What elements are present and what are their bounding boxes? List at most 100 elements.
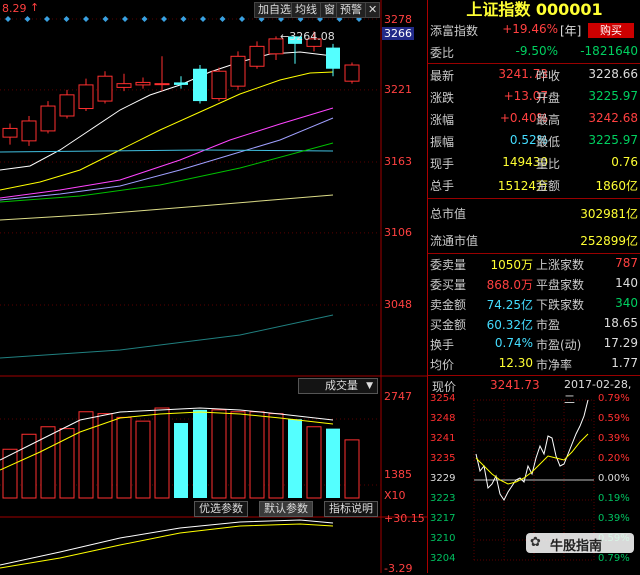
volume-axis-label: 2747 <box>384 390 412 403</box>
stat-value: 3225.97 <box>588 133 638 147</box>
indicator-axis-label: -3.29 <box>384 562 413 575</box>
book-value: 787 <box>615 256 638 270</box>
stat-label: 最低 <box>536 135 561 149</box>
diamond-marker <box>5 16 11 22</box>
close-icon[interactable]: ✕ <box>365 2 381 18</box>
stat-row: 最新 3241.73 昨收 3228.66 <box>428 67 640 86</box>
book-label: 卖金额 <box>430 298 467 312</box>
mini-right-axis-label: 0.79% <box>598 393 630 404</box>
mini-price-value: 3241.73 <box>490 378 540 392</box>
book-value: 0.74% <box>494 336 533 350</box>
book-label: 上涨家数 <box>536 258 585 272</box>
divider <box>428 253 640 254</box>
volume-bar <box>249 411 265 499</box>
stat-label: 开盘 <box>536 91 561 105</box>
volume-bar <box>135 420 151 499</box>
tab-default-params[interactable]: 默认参数 <box>259 501 313 517</box>
book-value: 12.30 <box>498 356 533 370</box>
diamond-marker <box>102 16 109 22</box>
mini-left-axis-label: 3223 <box>430 493 456 504</box>
ma-button[interactable]: 均线 <box>291 2 321 18</box>
book-label: 市盈 <box>536 318 561 332</box>
mini-right-axis-label: 0.79% <box>598 553 630 564</box>
mini-right-axis-label: 0.59% <box>598 413 630 424</box>
float-cap-row: 流通市值 252899亿 <box>428 232 640 251</box>
fund-value: +19.46% <box>502 22 558 36</box>
diamond-marker <box>239 16 245 22</box>
total-cap-row: 总市值 302981亿 <box>428 205 640 224</box>
book-label: 委卖量 <box>430 258 467 272</box>
fund-row: 添富指数 +19.46% [年] 购买 <box>428 22 640 41</box>
book-value: 74.25亿 <box>486 298 533 312</box>
mini-price-line <box>475 399 589 501</box>
tab-preset-params[interactable]: 优选参数 <box>194 501 248 517</box>
ma60-line <box>0 149 334 153</box>
watermark: ✿ 牛股指南 <box>526 533 634 554</box>
price-axis-label: 3163 <box>384 155 412 168</box>
buy-button[interactable]: 购买 <box>588 23 634 38</box>
indicator-select-value: 成交量 <box>325 379 358 392</box>
candle-body <box>135 81 151 86</box>
stat-value: 3228.66 <box>588 67 638 81</box>
wechat-icon: ✿ <box>530 535 541 550</box>
volume-bar <box>211 409 227 499</box>
price-axis-label: 3221 <box>384 83 412 96</box>
volume-bar <box>326 428 340 498</box>
indicator-select[interactable]: 成交量 ▼ <box>298 378 378 394</box>
stat-label: 最高 <box>536 113 561 127</box>
book-label: 市净率 <box>536 358 573 372</box>
book-row: 卖金额 74.25亿 下跌家数 340 <box>428 296 640 315</box>
price-axis-label: 3278 <box>384 13 412 26</box>
mini-left-axis-label: 3229 <box>430 473 456 484</box>
book-row: 换手 0.74% 市盈(动) 17.29 <box>428 336 640 355</box>
candle-body <box>193 68 207 102</box>
stat-label: 金额 <box>536 179 561 193</box>
top-left-price: 8.29 <box>2 2 27 15</box>
book-value: 1.77 <box>611 356 638 370</box>
diamond-marker <box>200 16 206 22</box>
tab-indicator-help[interactable]: 指标说明 <box>324 501 378 517</box>
candle-body <box>2 127 18 138</box>
diamond-marker <box>161 16 167 22</box>
candle-body <box>154 83 170 86</box>
volume-axis-label: X10 <box>384 489 406 502</box>
mini-right-axis-label: 0.00% <box>598 473 630 484</box>
book-label: 买金额 <box>430 318 467 332</box>
volume-bar <box>268 413 284 499</box>
stat-label: 总手 <box>430 179 455 193</box>
candle-body <box>174 82 188 85</box>
stat-label: 昨收 <box>536 69 561 83</box>
book-row: 均价 12.30 市净率 1.77 <box>428 356 640 375</box>
mini-left-axis-label: 3254 <box>430 393 456 404</box>
book-value: 140 <box>615 276 638 290</box>
mini-left-axis-label: 3217 <box>430 513 456 524</box>
book-row: 买金额 60.32亿 市盈 18.65 <box>428 316 640 335</box>
candle-body <box>116 83 132 88</box>
volume-bar <box>174 423 188 498</box>
alert-button[interactable]: 预警 <box>336 2 366 18</box>
stat-label: 量比 <box>536 157 561 171</box>
volume-bar <box>288 419 302 498</box>
volume-axis-label: 1385 <box>384 468 412 481</box>
book-label: 下跌家数 <box>536 298 585 312</box>
volume-bar <box>21 433 37 499</box>
book-value: 17.29 <box>603 336 638 350</box>
book-label: 换手 <box>430 338 455 352</box>
book-label: 市盈(动) <box>536 338 582 352</box>
stat-value: 3225.97 <box>588 89 638 103</box>
mini-right-axis-label: 0.39% <box>598 513 630 524</box>
candle-body <box>59 94 75 117</box>
add-watchlist-button[interactable]: 加自选 <box>254 2 295 18</box>
high-marker-label: ←3264.08 <box>280 30 335 43</box>
index-title: 上证指数 000001 <box>466 0 603 19</box>
arrow-up-icon: ↑ <box>30 1 40 14</box>
book-row: 委卖量 1050万 上涨家数 787 <box>428 256 640 275</box>
volume-bar <box>40 426 56 499</box>
book-value: 1050万 <box>490 258 533 272</box>
price-axis-label: 3048 <box>384 298 412 311</box>
volume-bar <box>2 448 18 499</box>
stat-label: 最新 <box>430 69 455 83</box>
kline-chart-area[interactable]: 8.29 ↑ 加自选 均线 窗 预警 ✕ ←3264.08 3278 3266 … <box>0 0 427 575</box>
mini-left-axis-label: 3241 <box>430 433 456 444</box>
total-cap-label: 总市值 <box>430 207 467 221</box>
